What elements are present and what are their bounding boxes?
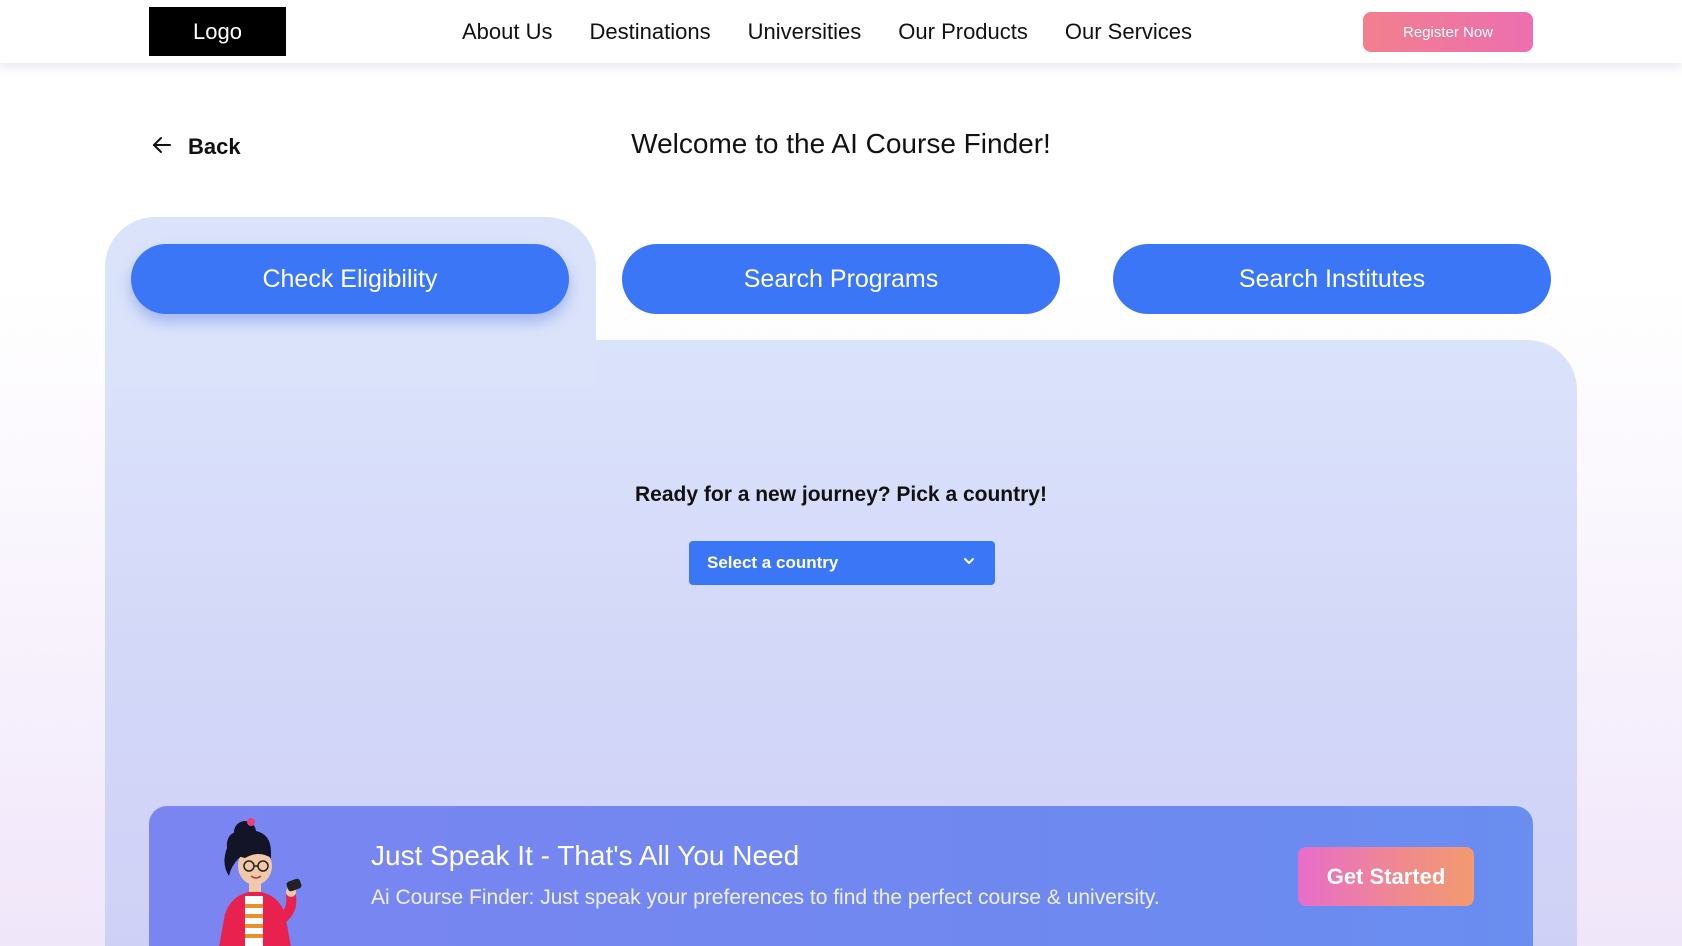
banner-subtitle: Ai Course Finder: Just speak your prefer… [371,886,1160,909]
banner-title: Just Speak It - That's All You Need [371,840,800,871]
site-header: Logo About Us Destinations Universities … [0,0,1682,63]
tab-check-eligibility[interactable]: Check Eligibility [131,244,569,314]
tab-search-programs[interactable]: Search Programs [622,244,1060,314]
chevron-down-icon [961,553,977,574]
main-nav: About Us Destinations Universities Our P… [462,0,1192,63]
country-prompt: Ready for a new journey? Pick a country! [635,483,1047,506]
nav-our-services[interactable]: Our Services [1065,19,1192,45]
get-started-button[interactable]: Get Started [1298,847,1474,906]
tab-search-institutes[interactable]: Search Institutes [1113,244,1551,314]
woman-with-microphone-illustration [219,818,302,946]
logo[interactable]: Logo [149,7,286,56]
nav-about-us[interactable]: About Us [462,19,553,45]
nav-universities[interactable]: Universities [748,19,862,45]
country-select[interactable]: Select a country [689,541,995,585]
register-now-button[interactable]: Register Now [1363,12,1533,52]
nav-our-products[interactable]: Our Products [898,19,1028,45]
page-title: Welcome to the AI Course Finder! [631,128,1051,159]
voice-search-banner: Just Speak It - That's All You Need Ai C… [149,806,1533,946]
country-select-value: Select a country [707,553,839,572]
nav-destinations[interactable]: Destinations [590,19,711,45]
